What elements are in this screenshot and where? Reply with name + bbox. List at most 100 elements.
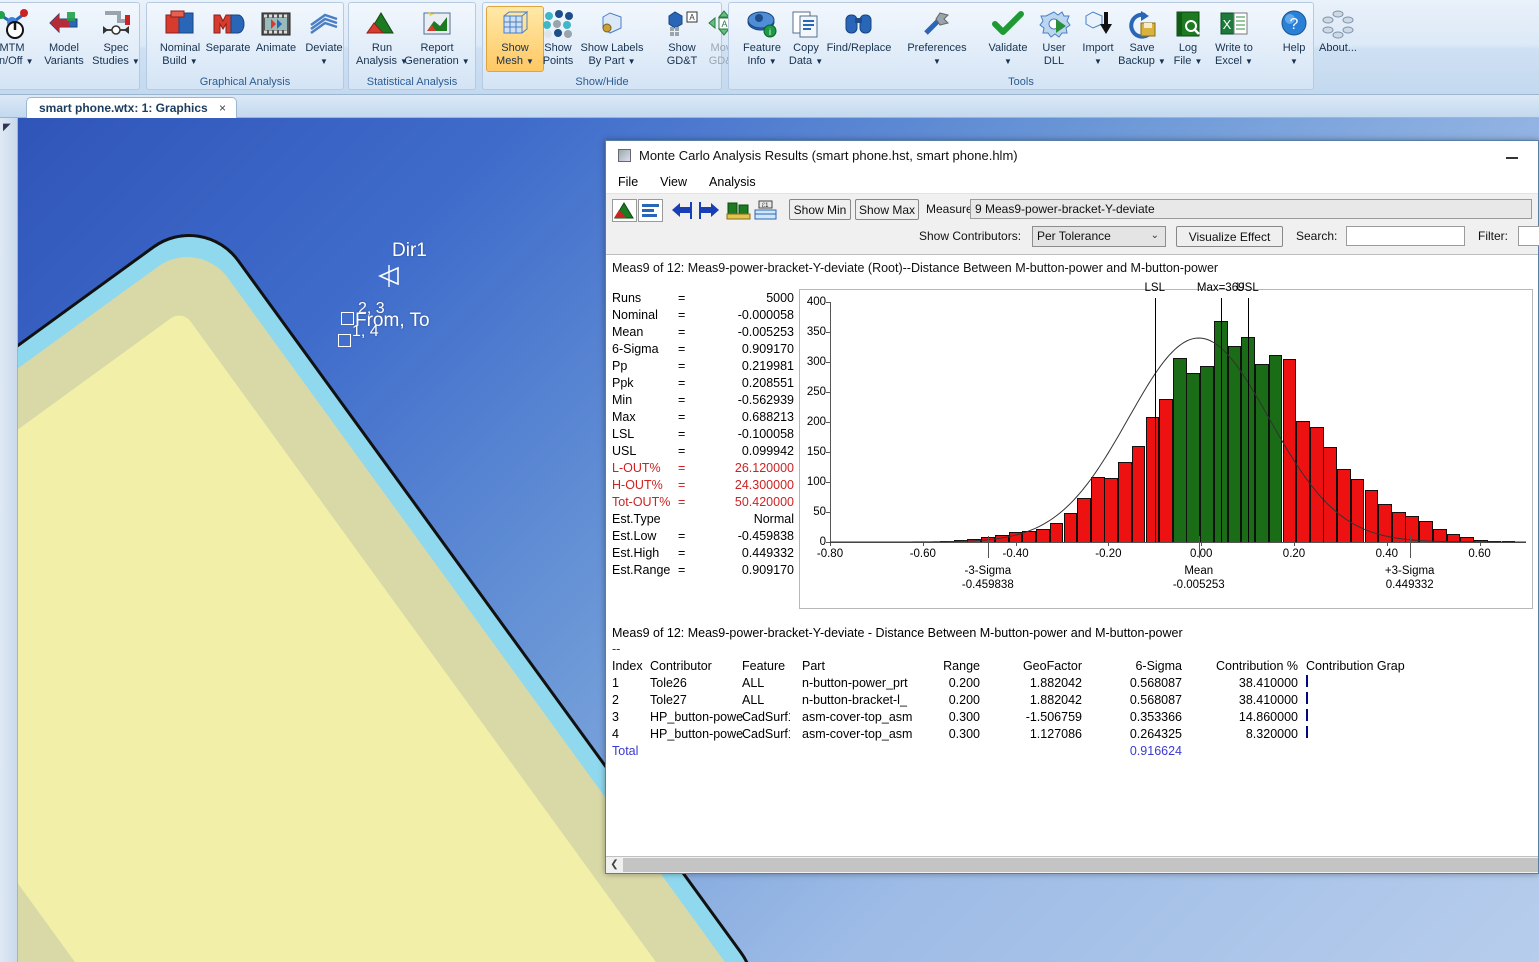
statistic-equals: = bbox=[678, 342, 686, 356]
minimize-button[interactable] bbox=[1502, 149, 1522, 163]
ribbon-button-model-variants[interactable]: Model Variants bbox=[35, 7, 93, 73]
statistic-key: USL bbox=[612, 444, 637, 458]
show-contributors-select[interactable]: Per Tolerance ⌄ bbox=[1032, 226, 1166, 247]
table-row[interactable]: 4 HP_button-poweCadSurf16 asm-cover-top_as… bbox=[612, 726, 1534, 743]
statistic-row: Ppk = 0.208551 bbox=[612, 375, 794, 392]
scrollbar-thumb[interactable] bbox=[623, 858, 1538, 872]
cell-range: 0.300 bbox=[948, 727, 980, 741]
menu-item-view[interactable]: View bbox=[660, 175, 687, 189]
ribbon-button-deviate[interactable]: Deviate ▼ bbox=[295, 7, 353, 73]
next-arrow-icon[interactable] bbox=[697, 199, 722, 222]
statistic-value: 0.219981 bbox=[741, 359, 794, 373]
chevron-down-icon[interactable]: ▼ bbox=[933, 57, 941, 66]
show-contributors-value: Per Tolerance bbox=[1037, 229, 1111, 243]
column-header-range: Range bbox=[943, 659, 980, 673]
statistic-key: Est.High bbox=[612, 546, 660, 560]
close-icon[interactable]: × bbox=[219, 101, 226, 115]
ribbon-button-report-generation[interactable]: Report Generation ▼ bbox=[403, 7, 471, 73]
contributors-rows: 1 Tole26 ALL n-button-power_prt 0.200 1.88204… bbox=[612, 675, 1534, 743]
ribbon-button-write-to-excel[interactable]: X Write to Excel ▼ bbox=[1203, 7, 1265, 73]
menu-item-analysis[interactable]: Analysis bbox=[709, 175, 756, 189]
table-row[interactable]: 3 HP_button-poweCadSurf16 asm-cover-top_as… bbox=[612, 709, 1534, 726]
statistic-key: Tot-OUT% bbox=[612, 495, 671, 509]
max-measure-icon[interactable]: ℰ1 bbox=[753, 199, 778, 222]
histogram-plot-area: 0 50 100 150 200 250 300 350 400 -0.80 -0.60 -0.40-… bbox=[807, 282, 1526, 591]
cell-range: 0.200 bbox=[948, 676, 980, 690]
chevron-down-icon[interactable]: ▼ bbox=[132, 57, 140, 66]
chevron-down-icon[interactable]: ▼ bbox=[1004, 57, 1012, 66]
histogram-icon[interactable] bbox=[612, 199, 637, 222]
statistic-equals: = bbox=[678, 376, 686, 390]
svg-text:A: A bbox=[721, 19, 727, 29]
list-icon[interactable] bbox=[638, 199, 663, 222]
chevron-down-icon[interactable]: ▼ bbox=[26, 57, 34, 66]
cell-feature: CadSurf16 bbox=[742, 710, 790, 724]
statistic-row: USL = 0.099942 bbox=[612, 443, 794, 460]
statistic-value: 0.099942 bbox=[741, 444, 794, 458]
ribbon-button-find-replace[interactable]: Find/Replace bbox=[821, 7, 897, 73]
cell-geofactor: 1.127086 bbox=[1029, 727, 1082, 741]
chevron-down-icon[interactable]: ⌄ bbox=[1151, 230, 1159, 241]
annotation-value: -0.459838 bbox=[961, 579, 1014, 591]
monte-carlo-results-dialog[interactable]: Monte Carlo Analysis Results (smart phon… bbox=[605, 140, 1539, 874]
chevron-down-icon[interactable]: ▼ bbox=[1290, 57, 1298, 66]
cell-part: asm-cover-top_asm bbox=[802, 727, 913, 741]
y-axis-tick-label: 250 bbox=[806, 386, 826, 398]
chevron-down-icon[interactable]: ▼ bbox=[1094, 57, 1102, 66]
show-min-button[interactable]: Show Min bbox=[789, 199, 851, 220]
contributors-title: Meas9 of 12: Meas9-power-bracket-Y-devia… bbox=[612, 626, 1183, 640]
filter-input[interactable] bbox=[1518, 226, 1539, 246]
show-max-button[interactable]: Show Max bbox=[855, 199, 919, 220]
scroll-left-icon[interactable]: ❮ bbox=[606, 857, 623, 873]
chevron-down-icon[interactable]: ▼ bbox=[628, 57, 636, 66]
chevron-down-icon[interactable]: ▼ bbox=[769, 57, 777, 66]
cell-contributor: HP_button-powe bbox=[650, 710, 744, 724]
x-axis-tick-label: 0.60 bbox=[1468, 548, 1491, 560]
table-row[interactable]: 1 Tole26 ALL n-button-power_prt 0.200 1.88204… bbox=[612, 675, 1534, 692]
column-header-contribution-pct: Contribution % bbox=[1216, 659, 1298, 673]
collapse-arrow-icon[interactable]: ◤ bbox=[3, 122, 11, 133]
ribbon-button-about[interactable]: About... bbox=[1309, 7, 1367, 73]
statistics-table: Runs = 5000 Nominal = -0.000058 Mean = -0.005253… bbox=[612, 290, 794, 579]
dialog-title-bar[interactable]: Monte Carlo Analysis Results (smart phon… bbox=[606, 141, 1538, 171]
search-input[interactable] bbox=[1346, 226, 1465, 246]
cell-contribution-pct: 38.410000 bbox=[1238, 676, 1298, 690]
x-axis-tick bbox=[1479, 542, 1481, 546]
statistic-value: -0.562939 bbox=[737, 393, 794, 407]
menu-item-file[interactable]: File bbox=[618, 175, 638, 189]
ribbon-button-spec-studies[interactable]: Spec Studies ▼ bbox=[87, 7, 145, 73]
statistic-row: Nominal = -0.000058 bbox=[612, 307, 794, 324]
statistic-value: 50.420000 bbox=[734, 495, 794, 509]
chevron-down-icon[interactable]: ▼ bbox=[320, 57, 328, 66]
viewport-left-rail[interactable]: ◤ bbox=[0, 118, 18, 962]
ribbon-button-show-labels-by-part[interactable]: Show Labels By Part ▼ bbox=[575, 7, 649, 73]
horizontal-scrollbar[interactable]: ❮ bbox=[606, 856, 1538, 873]
ribbon-group-statistical-analysis: Run Analysis ▼ Report Generation ▼ Stati… bbox=[348, 2, 476, 90]
previous-arrow-icon[interactable] bbox=[669, 199, 694, 222]
ribbon-button-label: Model bbox=[49, 42, 79, 54]
document-tab-strip: smart phone.wtx: 1: Graphics × bbox=[0, 95, 1539, 118]
chevron-down-icon[interactable]: ▼ bbox=[462, 57, 470, 66]
measure-field[interactable]: 9 Meas9-power-bracket-Y-deviate bbox=[970, 199, 1532, 219]
visualize-effect-button[interactable]: Visualize Effect bbox=[1176, 226, 1283, 247]
write-to-excel-icon: X bbox=[1203, 7, 1265, 41]
ribbon-button-label: Deviate bbox=[305, 42, 343, 54]
ribbon-group-tools: i Feature Info ▼ Copy Data ▼ Find/Replac… bbox=[728, 2, 1357, 90]
statistic-row: Min = -0.562939 bbox=[612, 392, 794, 409]
statistic-value: 0.208551 bbox=[741, 376, 794, 390]
cell-contribution-graph bbox=[1306, 675, 1416, 687]
statistic-row: 6-Sigma = 0.909170 bbox=[612, 341, 794, 358]
preferences-icon bbox=[899, 7, 975, 41]
min-measure-icon[interactable] bbox=[726, 199, 751, 222]
statistic-key: Est.Range bbox=[612, 563, 671, 577]
document-tab[interactable]: smart phone.wtx: 1: Graphics × bbox=[26, 97, 238, 118]
table-row[interactable]: 2 Tole27 ALL n-button-bracket-l_ 0.200 1.8820… bbox=[612, 692, 1534, 709]
statistic-row: Est.Low = -0.459838 bbox=[612, 528, 794, 545]
cell-contributor: HP_button-powe bbox=[650, 727, 744, 741]
dialog-menu-bar[interactable]: File View Analysis bbox=[606, 171, 1538, 193]
chevron-down-icon[interactable]: ▼ bbox=[190, 57, 198, 66]
marker-label-lsl: LSL bbox=[1144, 282, 1165, 294]
chevron-down-icon[interactable]: ▼ bbox=[1194, 57, 1202, 66]
chevron-down-icon[interactable]: ▼ bbox=[1245, 57, 1253, 66]
ribbon-button-preferences[interactable]: Preferences ▼ bbox=[899, 7, 975, 73]
